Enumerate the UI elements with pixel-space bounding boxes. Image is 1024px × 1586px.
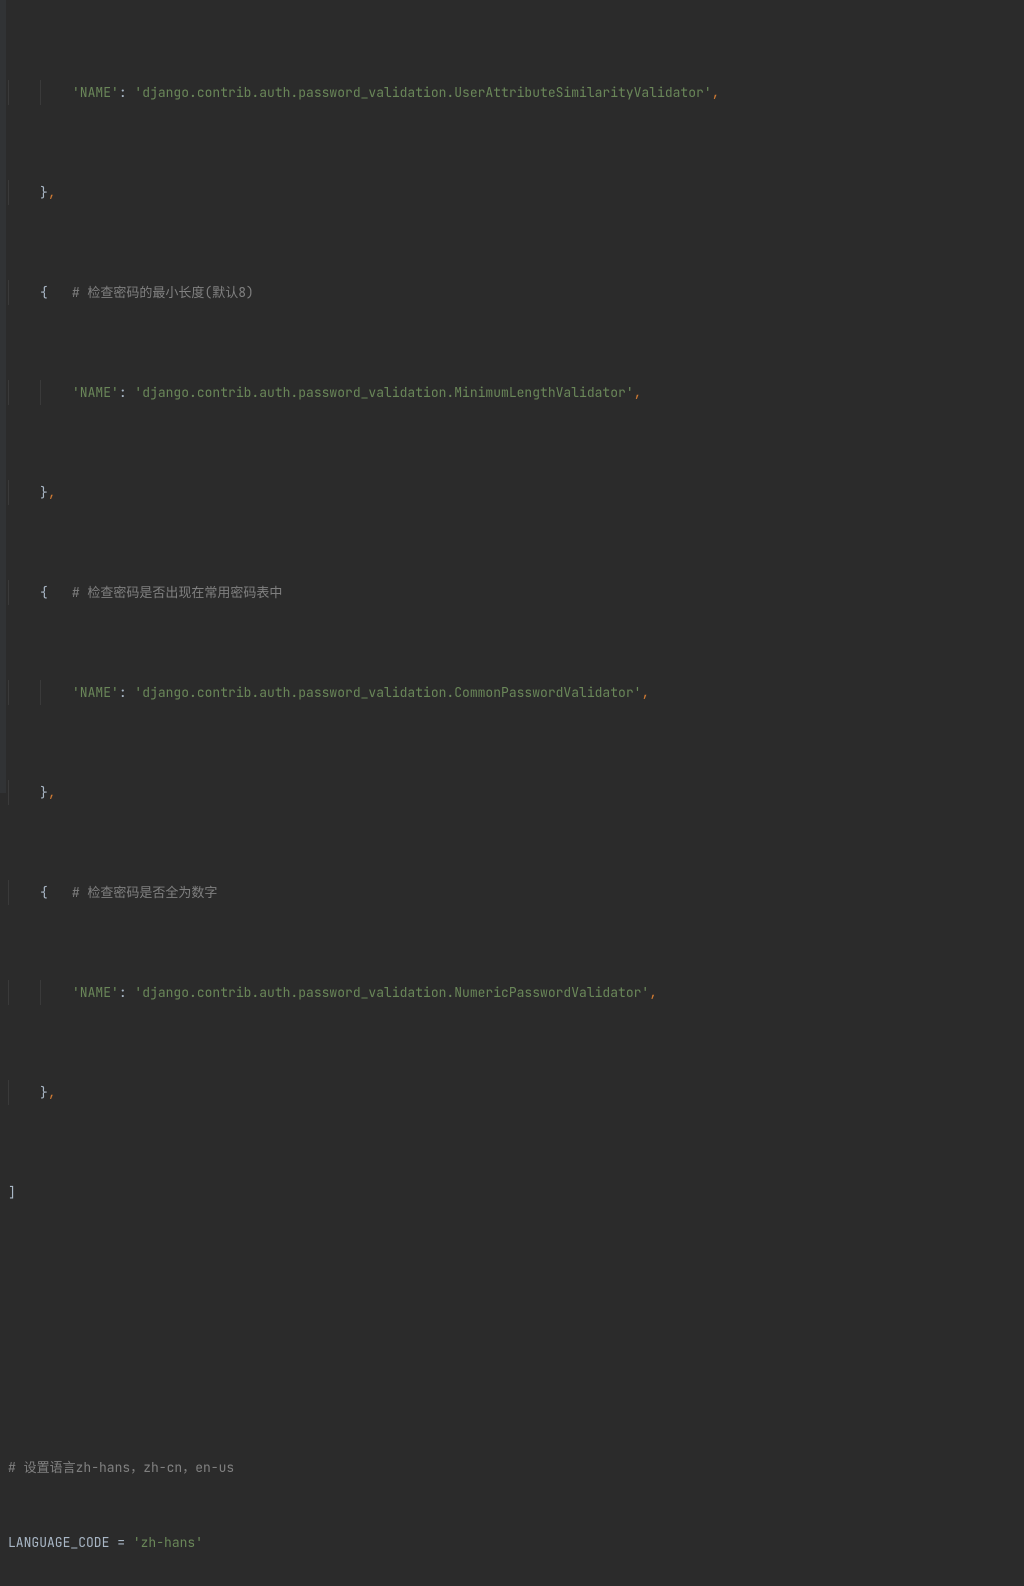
blank-line[interactable] bbox=[8, 1280, 1024, 1305]
code-line[interactable]: 'NAME': 'django.contrib.auth.password_va… bbox=[8, 680, 1024, 705]
code-editor-viewport[interactable]: 'NAME': 'django.contrib.auth.password_va… bbox=[0, 0, 1024, 793]
code-line[interactable]: 'NAME': 'django.contrib.auth.password_va… bbox=[8, 380, 1024, 405]
code-line[interactable]: }, bbox=[8, 180, 1024, 205]
code-line[interactable]: LANGUAGE_CODE = 'zh-hans' bbox=[8, 1530, 1024, 1555]
blank-line[interactable] bbox=[8, 1355, 1024, 1380]
code-line[interactable]: # 设置语言zh-hans，zh-cn，en-us bbox=[8, 1455, 1024, 1480]
code-line[interactable]: {# 检查密码是否全为数字 bbox=[8, 880, 1024, 905]
code-line[interactable]: }, bbox=[8, 1080, 1024, 1105]
editor-gutter bbox=[0, 0, 6, 793]
code-line[interactable]: {# 检查密码是否出现在常用密码表中 bbox=[8, 580, 1024, 605]
code-line[interactable]: {# 检查密码的最小长度(默认8) bbox=[8, 280, 1024, 305]
code-line[interactable]: ] bbox=[8, 1180, 1024, 1205]
code-line[interactable]: }, bbox=[8, 480, 1024, 505]
editor-content[interactable]: 'NAME': 'django.contrib.auth.password_va… bbox=[0, 0, 1024, 1586]
code-line[interactable]: 'NAME': 'django.contrib.auth.password_va… bbox=[8, 80, 1024, 105]
code-line[interactable]: 'NAME': 'django.contrib.auth.password_va… bbox=[8, 980, 1024, 1005]
